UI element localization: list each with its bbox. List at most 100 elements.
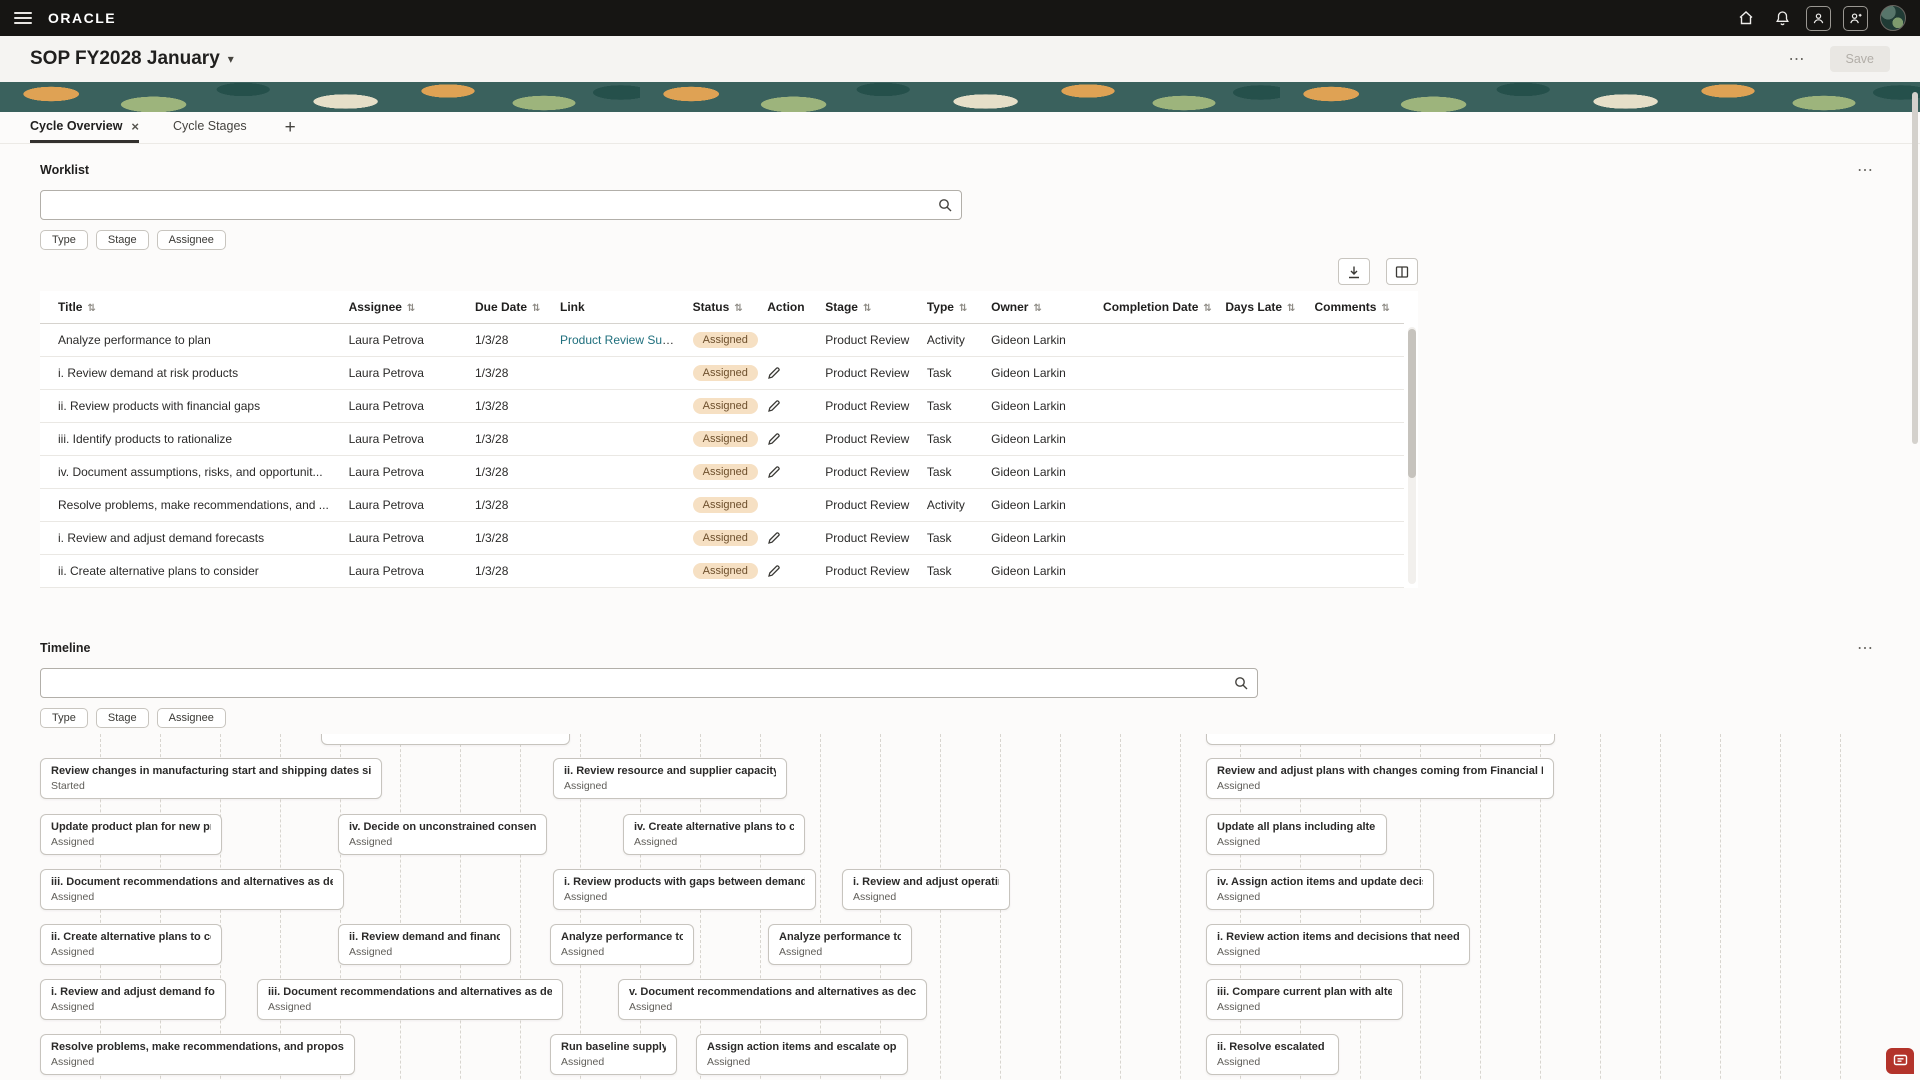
timeline-card[interactable]: iv. Decide on unconstrained consensus fo… — [338, 814, 547, 855]
timeline-card[interactable]: Update all plans including alternatives … — [1206, 814, 1387, 855]
filter-chip[interactable]: Stage — [96, 708, 149, 728]
filter-chip[interactable]: Stage — [96, 230, 149, 250]
timeline-card[interactable]: Review and adjust plans with changes com… — [1206, 758, 1554, 799]
column-header[interactable]: Status⇅ — [685, 291, 760, 324]
sort-icon[interactable]: ⇅ — [734, 303, 742, 314]
page-scrollbar[interactable] — [1912, 92, 1918, 444]
timeline-card[interactable]: Run baseline supply plan Assigned — [550, 1034, 677, 1075]
sort-icon[interactable]: ⇅ — [1287, 303, 1295, 314]
timeline-card[interactable]: ii. Resolve escalated issues Assigned — [1206, 1034, 1339, 1075]
table-row[interactable]: iii. Identify products to rationalize La… — [40, 423, 1404, 456]
edit-action-button[interactable] — [767, 531, 781, 545]
timeline-card[interactable]: i. Review action items and decisions tha… — [1206, 924, 1470, 965]
edit-action-button[interactable] — [767, 465, 781, 479]
timeline-card[interactable]: Analyze performance to plan Assigned — [550, 924, 694, 965]
sort-icon[interactable]: ⇅ — [863, 303, 871, 314]
edit-action-button[interactable] — [767, 432, 781, 446]
timeline-card[interactable] — [1206, 734, 1555, 745]
table-row[interactable]: iv. Document assumptions, risks, and opp… — [40, 456, 1404, 489]
sort-icon[interactable]: ⇅ — [1203, 303, 1211, 314]
column-header[interactable]: Assignee⇅ — [341, 291, 467, 324]
table-row[interactable]: ii. Create alternative plans to consider… — [40, 555, 1404, 588]
cell-assignee: Laura Petrova — [341, 357, 467, 390]
tab-cycle-overview[interactable]: Cycle Overview × — [30, 112, 139, 143]
filter-chip[interactable]: Type — [40, 230, 88, 250]
timeline-card[interactable] — [321, 734, 570, 745]
worklist-search-input[interactable] — [41, 191, 961, 219]
sort-icon[interactable]: ⇅ — [407, 303, 415, 314]
column-header[interactable]: Type⇅ — [919, 291, 983, 324]
user-switch-icon[interactable] — [1843, 6, 1868, 31]
timeline-card[interactable]: Review changes in manufacturing start an… — [40, 758, 382, 799]
chevron-down-icon[interactable]: ▾ — [228, 52, 234, 66]
table-row[interactable]: Resolve problems, make recommendations, … — [40, 489, 1404, 522]
sort-icon[interactable]: ⇅ — [1033, 303, 1041, 314]
column-header[interactable]: Comments⇅ — [1306, 291, 1404, 324]
timeline-card[interactable]: i. Review and adjust demand forecasts As… — [40, 979, 226, 1020]
tab-cycle-stages[interactable]: Cycle Stages — [173, 112, 247, 143]
timeline-gridline — [460, 734, 461, 1080]
column-header[interactable]: Action⇅ — [759, 291, 817, 324]
worklist-more-actions-button[interactable]: ⋯ — [1851, 158, 1880, 182]
edit-action-button[interactable] — [767, 366, 781, 380]
timeline-card-status: Assigned — [349, 836, 536, 848]
timeline-card[interactable]: i. Review products with gaps between dem… — [553, 869, 816, 910]
sort-icon[interactable]: ⇅ — [1381, 303, 1389, 314]
table-row[interactable]: Analyze performance to plan Laura Petrov… — [40, 324, 1404, 357]
timeline-card[interactable]: iv. Assign action items and update decis… — [1206, 869, 1434, 910]
column-header[interactable]: Completion Date⇅ — [1095, 291, 1217, 324]
timeline-card[interactable]: Update product plan for new products Ass… — [40, 814, 222, 855]
add-tab-button[interactable]: + — [281, 117, 300, 139]
timeline-card[interactable]: iii. Document recommendations and altern… — [257, 979, 563, 1020]
column-header[interactable]: Due Date⇅ — [467, 291, 552, 324]
notifications-bell-icon[interactable] — [1770, 6, 1794, 30]
column-header[interactable]: Stage ⇅ — [817, 291, 919, 324]
sort-icon[interactable]: ⇅ — [532, 303, 540, 314]
column-header-label: Stage — [825, 300, 858, 314]
sort-icon[interactable]: ⇅ — [87, 303, 95, 314]
timeline-card[interactable]: v. Document recommendations and alternat… — [618, 979, 927, 1020]
search-icon[interactable] — [933, 194, 957, 216]
table-row[interactable]: ii. Review products with financial gaps … — [40, 390, 1404, 423]
timeline-search-input[interactable] — [41, 669, 1257, 697]
column-header[interactable]: Days Late⇅ — [1217, 291, 1306, 324]
timeline-card[interactable]: Resolve problems, make recommendations, … — [40, 1034, 355, 1075]
chat-icon[interactable] — [1886, 1048, 1914, 1074]
close-icon[interactable]: × — [131, 120, 139, 133]
timeline-card[interactable]: ii. Review demand and financial gaps Ass… — [338, 924, 511, 965]
search-icon[interactable] — [1229, 672, 1253, 694]
timeline-card[interactable]: i. Review and adjust operating plan Assi… — [842, 869, 1010, 910]
row-link[interactable]: Product Review Summar — [560, 333, 685, 347]
hamburger-menu-icon[interactable] — [14, 12, 32, 24]
column-header[interactable]: Link⇅ — [552, 291, 685, 324]
manage-columns-icon[interactable] — [1386, 258, 1418, 285]
timeline-card[interactable]: Assign action items and escalate open is… — [696, 1034, 908, 1075]
user-avatar[interactable] — [1880, 5, 1906, 31]
page-more-actions-button[interactable]: ⋯ — [1783, 47, 1812, 71]
sort-icon[interactable]: ⇅ — [959, 303, 967, 314]
edit-action-button[interactable] — [767, 399, 781, 413]
cell-assignee: Laura Petrova — [341, 324, 467, 357]
home-icon[interactable] — [1734, 6, 1758, 30]
filter-chip[interactable]: Type — [40, 708, 88, 728]
page-title[interactable]: SOP FY2028 January ▾ — [30, 48, 234, 70]
timeline-card[interactable]: ii. Create alternative plans to consider… — [40, 924, 222, 965]
table-scrollbar[interactable] — [1408, 327, 1416, 584]
timeline-card[interactable]: iii. Document recommendations and altern… — [40, 869, 344, 910]
column-header[interactable]: Title⇅ — [40, 291, 341, 324]
table-row[interactable]: i. Review demand at risk products Laura … — [40, 357, 1404, 390]
user-admin-icon[interactable] — [1806, 6, 1831, 31]
column-header-label: Link — [560, 300, 585, 314]
edit-action-button[interactable] — [767, 564, 781, 578]
timeline-more-actions-button[interactable]: ⋯ — [1851, 636, 1880, 660]
timeline-card[interactable]: Analyze performance to plan Assigned — [768, 924, 912, 965]
filter-chip[interactable]: Assignee — [157, 708, 226, 728]
filter-chip[interactable]: Assignee — [157, 230, 226, 250]
timeline-card[interactable]: iv. Create alternative plans to consider… — [623, 814, 805, 855]
save-button[interactable]: Save — [1830, 46, 1891, 72]
timeline-card[interactable]: ii. Review resource and supplier capacit… — [553, 758, 787, 799]
timeline-card[interactable]: iii. Compare current plan with alternati… — [1206, 979, 1403, 1020]
column-header[interactable]: Owner⇅ — [983, 291, 1095, 324]
table-row[interactable]: i. Review and adjust demand forecasts La… — [40, 522, 1404, 555]
download-icon[interactable] — [1338, 258, 1370, 285]
